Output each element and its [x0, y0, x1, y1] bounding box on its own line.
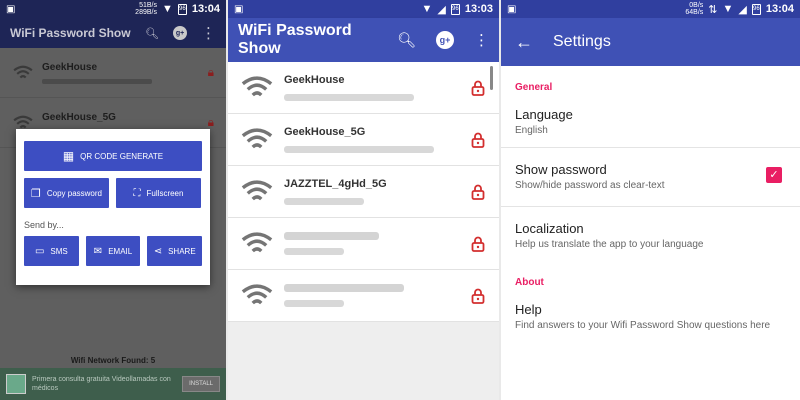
sms-icon: ▭: [34, 245, 45, 257]
network-name: GeekHouse: [284, 74, 345, 86]
qr-code-generate-button[interactable]: ▦ QR CODE GENERATE: [24, 141, 202, 171]
section-header-general: General: [515, 82, 553, 93]
app-bar: ← Settings: [501, 18, 800, 66]
wifi-signal-icon: ▼: [161, 3, 173, 15]
page-title: Settings: [553, 33, 611, 50]
status-time: 13:04: [765, 3, 794, 15]
ad-banner[interactable]: Primera consulta gratuita Videollamadas …: [0, 368, 226, 400]
google-plus-icon[interactable]: g+: [173, 26, 187, 40]
fullscreen-icon: ⛶: [133, 187, 141, 199]
data-transfer-icon: ⇅: [708, 3, 718, 16]
wifi-icon: [241, 231, 273, 252]
ad-app-icon: [6, 374, 26, 394]
share-button[interactable]: ⋖ SHARE: [147, 236, 203, 266]
lock-icon: [471, 184, 485, 200]
list-item[interactable]: GeekHouse 🔒︎: [0, 48, 226, 98]
battery-icon: 96: [450, 3, 460, 15]
app-bar: WiFi Password Show 🔍︎ g+ ⋮: [228, 18, 499, 62]
list-item[interactable]: [228, 270, 499, 322]
wifi-icon: [241, 179, 273, 200]
qr-code-icon: ▦: [62, 149, 75, 163]
lock-icon: [471, 236, 485, 252]
lock-icon: [471, 288, 485, 304]
email-icon: ✉: [93, 245, 103, 257]
status-time: 13:03: [464, 3, 493, 15]
app-title: WiFi Password Show: [10, 26, 131, 40]
wifi-icon: [13, 65, 33, 78]
sms-button[interactable]: ▭ SMS: [24, 236, 79, 266]
google-plus-icon[interactable]: g+: [436, 31, 454, 49]
password-hidden: [284, 300, 344, 307]
wifi-icon: [241, 75, 273, 96]
lock-icon: [471, 80, 485, 96]
screen-network-list: ▣ ▼ ◢ 96 13:03 WiFi Password Show 🔍︎ g+ …: [228, 0, 499, 400]
network-name-blurred: [284, 232, 379, 240]
image-notification-icon: ▣: [507, 3, 517, 15]
scrollbar[interactable]: [490, 66, 493, 90]
image-notification-icon: ▣: [234, 3, 244, 15]
screen-settings: ▣ 0B/s 64B/s ⇅ ▼ ◢ 96 13:04 ← Settings Ge…: [501, 0, 800, 400]
copy-icon: ❐: [30, 187, 41, 200]
list-item[interactable]: [228, 218, 499, 270]
pref-help[interactable]: Help Find answers to your Wifi Password …: [501, 296, 800, 342]
share-dialog: ▦ QR CODE GENERATE ❐ Copy password ⛶ Ful…: [16, 129, 210, 285]
list-item[interactable]: GeekHouse: [228, 62, 499, 114]
copy-password-button[interactable]: ❐ Copy password: [24, 178, 109, 208]
battery-icon: 96: [751, 3, 761, 15]
pref-localization[interactable]: Localization Help us translate the app t…: [501, 207, 800, 261]
share-icon: ⋖: [153, 245, 163, 257]
network-name: JAZZTEL_4gHd_5G: [284, 178, 387, 190]
lock-icon: [471, 132, 485, 148]
send-by-label: Send by...: [24, 220, 64, 230]
status-bar: ▣ 51B/s 289B/s ▼ 96 13:04: [0, 0, 226, 18]
ad-text: Primera consulta gratuita Videollamadas …: [32, 376, 171, 392]
list-item[interactable]: JAZZTEL_4gHd_5G: [228, 166, 499, 218]
password-hidden: [284, 248, 344, 255]
image-notification-icon: ▣: [6, 3, 16, 15]
wifi-signal-icon: ▼: [421, 3, 433, 15]
pref-show-password[interactable]: Show password Show/hide password as clea…: [501, 148, 800, 207]
section-header-about: About: [515, 277, 544, 288]
overflow-menu-icon[interactable]: ⋮: [201, 26, 216, 41]
overflow-menu-icon[interactable]: ⋮: [474, 33, 489, 48]
status-bar: ▣ 0B/s 64B/s ⇅ ▼ ◢ 96 13:04: [501, 0, 800, 18]
network-name: GeekHouse_5G: [42, 111, 116, 123]
ad-install-button[interactable]: INSTALL: [182, 376, 220, 392]
cell-signal-icon: ◢: [437, 3, 446, 16]
password-hidden: [284, 198, 364, 205]
checkmark-icon: ✓: [769, 169, 779, 181]
battery-icon: 96: [177, 3, 187, 15]
status-time: 13:04: [191, 3, 220, 15]
lock-icon: 🔒︎: [207, 65, 214, 79]
search-icon[interactable]: 🔍︎: [145, 27, 159, 40]
list-item[interactable]: GeekHouse_5G: [228, 114, 499, 166]
wifi-signal-icon: ▼: [722, 3, 734, 15]
app-title: WiFi Password Show: [238, 22, 352, 57]
network-name: GeekHouse_5G: [284, 126, 366, 138]
back-arrow-icon[interactable]: ←: [515, 32, 533, 53]
password-hidden: [42, 78, 152, 84]
networks-found-count: Wifi Network Found: 5: [70, 356, 156, 365]
network-speed: 51B/s 289B/s: [135, 2, 157, 16]
lock-icon: 🔒︎: [207, 115, 214, 129]
cell-signal-icon: ◢: [738, 3, 747, 16]
pref-language[interactable]: Language English: [501, 101, 800, 148]
network-name: GeekHouse: [42, 61, 98, 73]
show-password-checkbox[interactable]: ✓: [766, 167, 782, 183]
screen-share-dialog: ▣ 51B/s 289B/s ▼ 96 13:04 WiFi Password S…: [0, 0, 226, 400]
email-button[interactable]: ✉ EMAIL: [85, 236, 141, 266]
status-bar: ▣ ▼ ◢ 96 13:03: [228, 0, 499, 18]
app-bar: WiFi Password Show 🔍︎ g+ ⋮: [0, 18, 226, 48]
password-hidden: [284, 146, 434, 153]
search-icon[interactable]: 🔍︎: [397, 31, 416, 49]
fullscreen-button[interactable]: ⛶ Fullscreen: [116, 178, 201, 208]
network-name-blurred: [284, 284, 404, 292]
password-hidden: [284, 94, 414, 101]
wifi-icon: [241, 283, 273, 304]
network-speed: 0B/s 64B/s: [685, 2, 704, 16]
network-list: GeekHouse GeekHouse_5G JAZZTEL_4gHd_5G: [228, 62, 499, 322]
wifi-icon: [241, 127, 273, 148]
screenshot-collage: ▣ 51B/s 289B/s ▼ 96 13:04 WiFi Password S…: [0, 0, 800, 400]
